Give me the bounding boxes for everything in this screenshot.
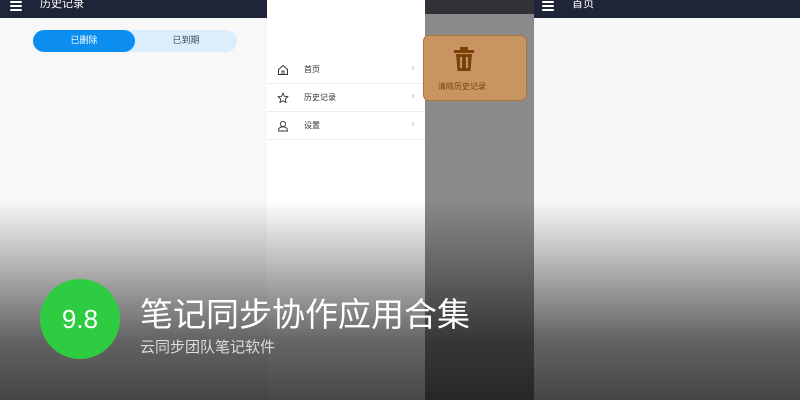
drawer-menu: 首页 › 历史记录 › 设置 › [267,56,425,140]
chevron-right-icon: › [411,119,415,130]
navigation-drawer: 首页 › 历史记录 › 设置 › [267,0,425,400]
clear-history-label: 清除历史记录 [438,82,486,91]
history-tab-switcher: 已删除 已到期 [33,30,237,52]
trash-icon [454,47,474,71]
drawer-item-history[interactable]: 历史记录 › [267,84,425,112]
collection-subtitle: 云同步团队笔记软件 [140,338,276,356]
menu-icon[interactable] [10,1,22,11]
drawer-item-label: 历史记录 [304,93,336,102]
tab-expired[interactable]: 已到期 [135,30,237,52]
collection-title: 笔记同步协作应用合集 [140,295,470,334]
home-app-bar: 首页 [534,0,800,18]
overlay-status-strip [425,0,534,14]
drawer-item-settings[interactable]: 设置 › [267,112,425,140]
home-icon [278,64,288,75]
history-app-bar: 历史记录 [0,0,267,18]
tab-deleted[interactable]: 已删除 [33,30,135,52]
dim-overlay: 清除历史记录 [423,0,534,400]
clear-history-button[interactable]: 清除历史记录 [423,35,527,101]
home-page-title: 首页 [572,0,594,10]
menu-icon[interactable] [542,1,554,11]
drawer-item-label: 首页 [304,65,320,74]
chevron-right-icon: › [411,91,415,102]
history-page-title: 历史记录 [40,0,84,10]
star-icon [277,92,289,104]
home-screen: 首页 [534,0,800,400]
drawer-item-home[interactable]: 首页 › [267,56,425,84]
user-icon [278,120,288,132]
drawer-item-label: 设置 [304,121,320,130]
rating-score-badge: 9.8 [40,279,120,359]
chevron-right-icon: › [411,63,415,74]
